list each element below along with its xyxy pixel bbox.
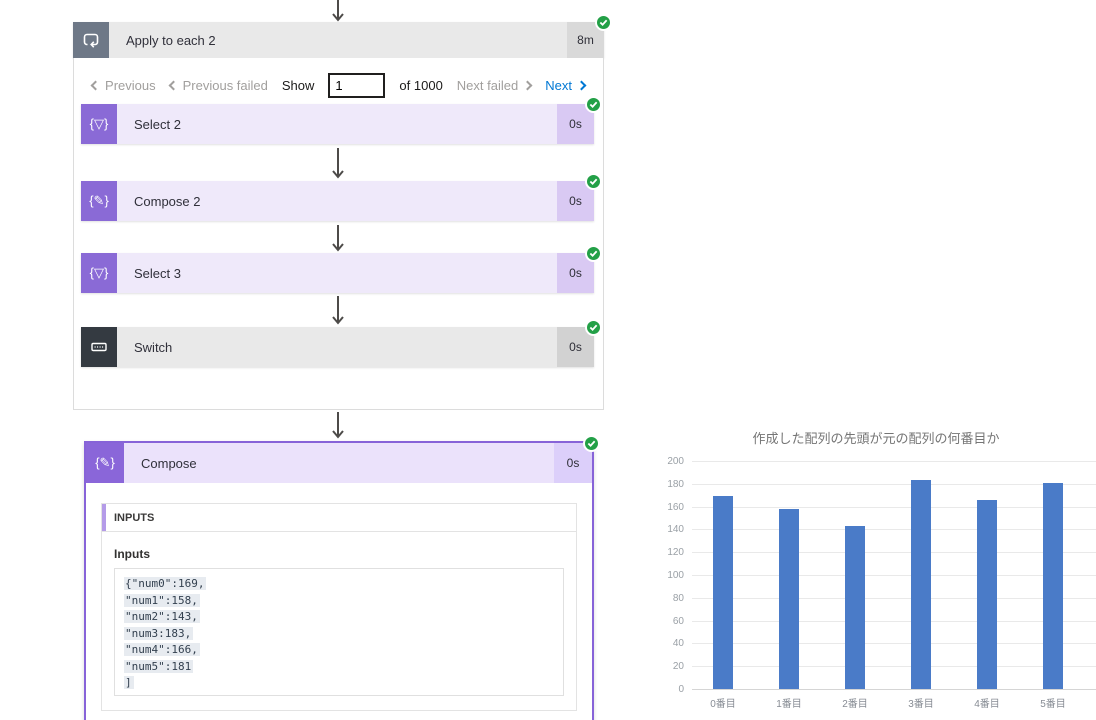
action-card-select-3[interactable]: {▽} Select 3 0s [81,245,602,293]
connector-arrow-top [330,0,346,22]
y-axis-tick-label: 200 [667,456,684,467]
gridline [692,689,1096,690]
gridline [692,620,1096,622]
gridline [692,461,1096,462]
compose-icon: {✎} [81,181,117,221]
select-icon: {▽} [81,253,117,293]
previous-label: Previous [105,77,156,93]
connector-arrow [330,296,346,325]
action-title: Compose 2 [117,181,557,221]
code-line: "num3:183, [124,626,194,640]
gridline [692,552,1096,554]
x-axis-tick-label: 4番目 [974,699,1000,710]
previous-button[interactable]: Previous [90,77,156,93]
iteration-pagination: Previous Previous failed Show of 1000 Ne… [73,70,604,100]
chart-title: 作成した配列の先頭が元の配列の何番目か [752,431,1000,446]
previous-failed-button[interactable]: Previous failed [168,77,268,93]
y-axis-tick-label: 160 [667,501,684,513]
success-badge-icon [585,245,602,262]
compose-title: Compose [124,443,554,483]
action-card-switch[interactable]: Switch 0s [81,319,602,367]
success-badge-icon [585,96,602,113]
y-axis-tick-label: 60 [672,615,684,627]
compose-icon: {✎} [86,443,124,483]
iteration-number-input[interactable] [328,72,386,98]
chart-bar [845,525,865,689]
code-line: "num2":143, [124,610,200,623]
inputs-header-label: INPUTS [114,511,155,524]
show-label: Show [281,77,315,93]
apply-to-each-title: Apply to each 2 [109,22,567,58]
bar-chart: 作成した配列の先頭が元の配列の何番目か 0 20 40 60 80 100 120 140 16… [656,420,1096,720]
compose-card-expanded[interactable]: {✎} Compose 0s INPUTS Inputs {"num0":169… [84,435,600,720]
action-card-select-2[interactable]: {▽} Select 2 0s [81,96,602,144]
inputs-label: Inputs [114,547,150,561]
y-axis-tick-label: 100 [667,570,684,581]
chart-bar [1043,482,1063,689]
success-badge-icon [583,435,600,452]
apply-to-each-loop-icon [73,22,109,58]
gridline [692,575,1096,576]
gridline [692,529,1096,531]
code-line: {"num0":169, [124,577,207,590]
chevron-left-icon [168,80,179,90]
chevron-right-icon [522,80,533,90]
action-title: Select 2 [117,104,557,144]
gridline [692,506,1096,508]
success-badge-icon [595,14,612,31]
gridline [692,483,1096,485]
apply-to-each-card[interactable]: Apply to each 2 8m [73,14,612,58]
y-axis-tick-label: 120 [667,547,684,559]
chart-bar [977,499,997,689]
inputs-section-header: INPUTS [101,503,577,532]
gridline [692,666,1096,668]
success-badge-icon [585,173,602,190]
next-failed-label: Next failed [456,77,519,93]
action-card-compose-2[interactable]: {✎} Compose 2 0s [81,173,602,221]
y-axis-tick-label: 80 [672,592,684,604]
chart-bar [779,508,799,689]
y-axis-tick-label: 0 [678,684,684,695]
inputs-accent-bar [102,504,106,531]
next-label: Next [545,77,572,93]
switch-icon [81,327,117,367]
connector-arrow [330,148,346,179]
inputs-section-body: Inputs {"num0":169, "num1":158, "num2":1… [101,532,577,711]
connector-arrow [330,225,346,252]
inputs-code-box: {"num0":169, "num1":158, "num2":143, "nu… [114,568,564,696]
x-axis-tick-label: 3番目 [908,699,934,710]
compose-card-body: INPUTS Inputs {"num0":169, "num1":158, "… [86,483,592,711]
x-axis-tick-label: 0番目 [710,699,736,710]
x-axis-tick-label: 2番目 [842,699,868,710]
chevron-left-icon [90,80,101,90]
y-axis-tick-label: 140 [667,524,684,536]
code-line: "num1":158, [124,593,200,607]
x-axis-tick-label: 1番目 [776,699,802,710]
action-title: Select 3 [117,253,557,293]
chart-bar [911,480,931,689]
chart-bar [713,496,733,689]
select-icon: {▽} [81,104,117,144]
of-total-label: of 1000 [399,77,443,93]
next-button[interactable]: Next [545,77,587,93]
y-axis-tick-label: 20 [672,661,684,673]
compose-card-header[interactable]: {✎} Compose 0s [86,443,592,483]
y-axis-tick-label: 180 [667,478,684,490]
success-badge-icon [585,319,602,336]
code-line: "num5":181 [124,659,194,673]
action-title: Switch [117,327,557,367]
gridline [692,597,1096,599]
code-line: "num4":166, [124,643,200,656]
connector-arrow [330,412,346,439]
previous-failed-label: Previous failed [182,77,268,93]
chevron-right-icon [576,80,587,90]
next-failed-button[interactable]: Next failed [456,77,533,93]
y-axis-tick-label: 40 [672,638,684,650]
x-axis-tick-label: 5番目 [1040,699,1066,710]
gridline [692,643,1096,645]
code-line: ] [124,676,134,689]
